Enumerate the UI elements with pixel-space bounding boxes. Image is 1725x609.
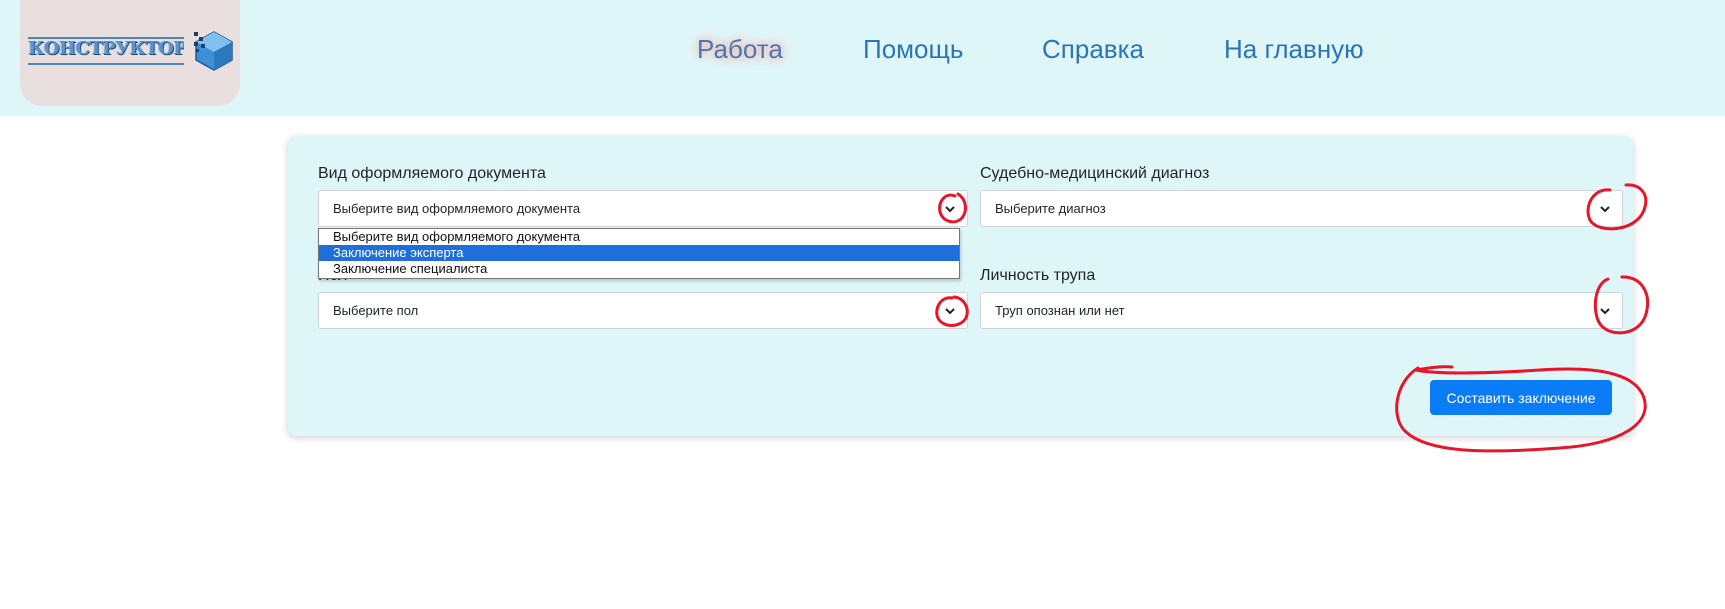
logo[interactable]: КОНСТРУКТОР <box>20 0 240 106</box>
sex-select-value: Выберите пол <box>333 303 419 318</box>
diagnosis-select[interactable]: Выберите диагноз <box>980 190 1623 227</box>
dropdown-option-highlighted[interactable]: Заключение эксперта <box>319 245 959 261</box>
identity-label: Личность трупа <box>980 267 1096 284</box>
chevron-down-icon <box>945 206 955 213</box>
nav-link-work[interactable]: Работа <box>697 34 783 65</box>
doc-type-select[interactable]: Выберите вид оформляемого документа <box>318 190 968 227</box>
diagnosis-select-value: Выберите диагноз <box>995 201 1106 216</box>
logo-cube-icon <box>194 31 233 71</box>
compose-conclusion-button[interactable]: Составить заключение <box>1430 380 1612 415</box>
doc-type-dropdown-list: Выберите вид оформляемого документа Закл… <box>318 228 960 279</box>
header: КОНСТРУКТОР Работа Помощь Справка На гла… <box>0 0 1725 116</box>
sex-select[interactable]: Выберите пол <box>318 292 968 329</box>
dropdown-option[interactable]: Выберите вид оформляемого документа <box>319 229 959 245</box>
nav-link-help[interactable]: Помощь <box>863 34 963 65</box>
logo-wordmark: КОНСТРУКТОР <box>28 37 184 65</box>
chevron-down-icon <box>1600 206 1610 213</box>
nav-link-home[interactable]: На главную <box>1224 34 1364 65</box>
identity-select-value: Труп опознан или нет <box>995 303 1125 318</box>
doc-type-select-value: Выберите вид оформляемого документа <box>333 201 581 216</box>
chevron-down-icon <box>1600 308 1610 315</box>
diagnosis-label: Судебно-медицинский диагноз <box>980 165 1210 182</box>
dropdown-option[interactable]: Заключение специалиста <box>319 261 959 277</box>
nav-link-reference[interactable]: Справка <box>1042 34 1144 65</box>
doc-type-label: Вид оформляемого документа <box>318 165 546 182</box>
identity-select[interactable]: Труп опознан или нет <box>980 292 1623 329</box>
chevron-down-icon <box>945 308 955 315</box>
